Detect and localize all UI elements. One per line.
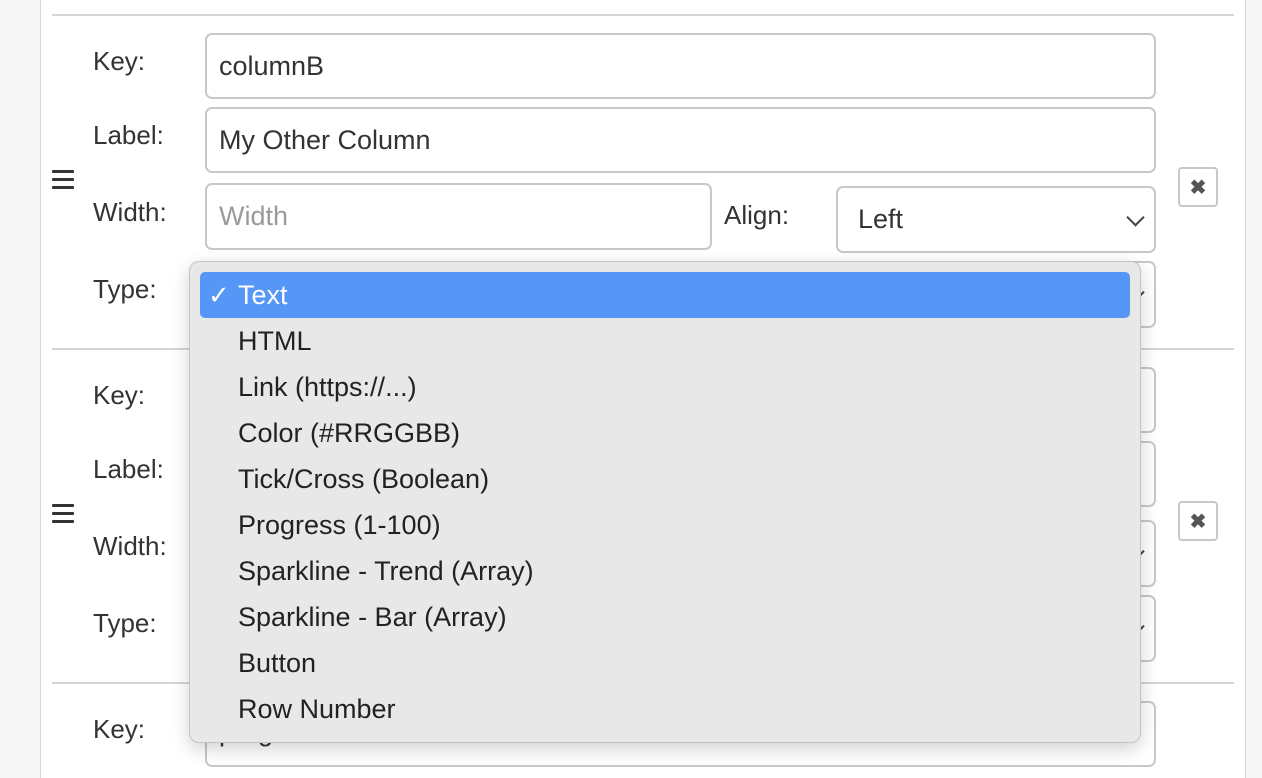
type-option-label: Sparkline - Trend (Array) [238, 556, 534, 586]
type-label: Type: [93, 274, 157, 304]
type-option[interactable]: Row Number [200, 686, 1130, 732]
drag-handle-icon[interactable] [52, 170, 74, 190]
chevron-down-icon [1126, 207, 1145, 227]
label-input[interactable]: My Other Column [205, 107, 1156, 173]
type-option[interactable]: Tick/Cross (Boolean) [200, 456, 1130, 502]
type-dropdown-menu: ✓ Text HTML Link (https://...) Color (#RRGGB… [189, 261, 1141, 743]
key-label: Key: [93, 714, 146, 744]
type-option-label: Row Number [238, 694, 396, 724]
key-label: Key: [93, 380, 146, 410]
align-label: Align: [724, 200, 790, 230]
width-label: Width: [93, 197, 167, 227]
key-input[interactable]: columnB [205, 33, 1156, 99]
type-option-label: Progress (1-100) [238, 510, 441, 540]
width-input[interactable] [205, 183, 712, 250]
type-option-label: Link (https://...) [238, 372, 417, 402]
type-option-label: Text [238, 280, 288, 310]
type-option-label: Sparkline - Bar (Array) [238, 602, 507, 632]
type-option-label: HTML [238, 326, 312, 356]
align-select[interactable]: Left [836, 186, 1156, 253]
remove-column-button[interactable]: ✖ [1178, 501, 1218, 541]
type-label: Type: [93, 608, 157, 638]
drag-handle-icon[interactable] [52, 504, 74, 524]
type-option[interactable]: Color (#RRGGBB) [200, 410, 1130, 456]
label-label: Label: [93, 454, 164, 484]
type-option-label: Color (#RRGGBB) [238, 418, 461, 448]
type-option[interactable]: Link (https://...) [200, 364, 1130, 410]
type-option[interactable]: Button [200, 640, 1130, 686]
type-option[interactable]: Sparkline - Bar (Array) [200, 594, 1130, 640]
type-option-label: Tick/Cross (Boolean) [238, 464, 490, 494]
key-label: Key: [93, 46, 146, 76]
remove-column-button[interactable]: ✖ [1178, 167, 1218, 207]
type-option[interactable]: Progress (1-100) [200, 502, 1130, 548]
align-select-value: Left [858, 204, 904, 234]
width-label: Width: [93, 531, 167, 561]
type-option[interactable]: ✓ Text [200, 272, 1130, 318]
row-divider [52, 14, 1234, 16]
checkmark-icon: ✓ [208, 280, 230, 310]
type-option[interactable]: Sparkline - Trend (Array) [200, 548, 1130, 594]
type-option[interactable]: HTML [200, 318, 1130, 364]
label-label: Label: [93, 120, 164, 150]
type-option-label: Button [238, 648, 317, 678]
